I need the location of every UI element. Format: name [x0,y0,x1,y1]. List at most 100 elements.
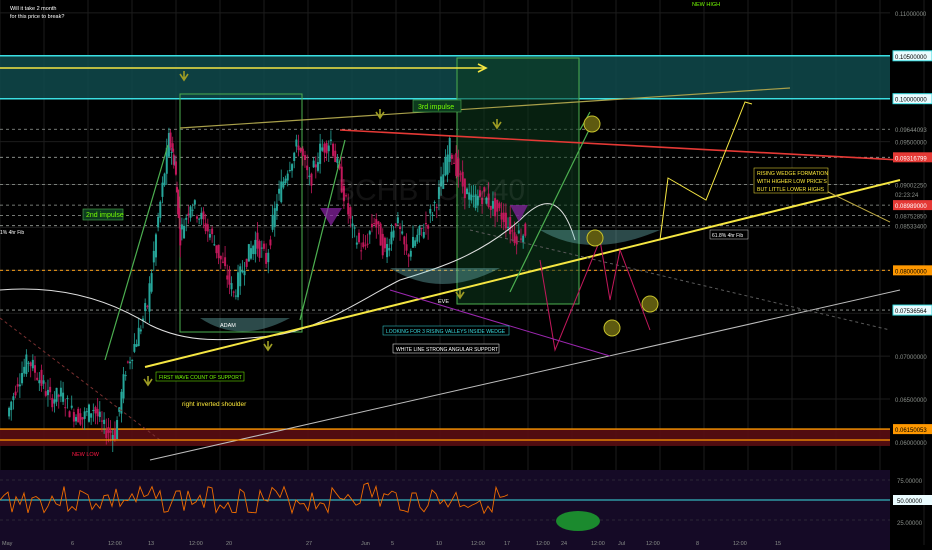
candle-body [362,242,365,247]
candle-body [418,225,421,236]
note-eve: EVE [438,299,449,305]
candle-body [366,243,369,245]
rsi-axis-label: 50.00000 [897,499,923,505]
candle-body [405,244,408,251]
target-circle-4 [641,295,659,313]
candle-body [169,132,172,148]
candle-body [144,303,147,312]
candle-body [355,242,358,245]
candle-body [124,375,127,377]
candle-body [513,232,516,243]
price-axis-label: 0.07536564 [895,309,927,315]
candle-body [185,217,188,220]
candle-body [500,212,503,220]
candle-body [135,344,138,347]
candle-body [79,413,82,425]
candle-body [431,214,434,216]
candle-body [152,250,155,263]
candle-body [83,411,86,419]
candle-body [504,212,507,229]
note-white-line: WHITE LINE STRONG ANGULAR SUPPORT [396,347,498,353]
candle-body [239,266,242,287]
candle-body [429,208,432,214]
candle-body [44,391,47,396]
note-new-low: NEW LOW [72,452,100,458]
candle-body [178,208,181,219]
candle-body [75,417,78,422]
candle-body [306,165,309,171]
candle-body [103,419,106,424]
x-tick-label: 24 [561,541,567,547]
candle-body [109,430,112,433]
candle-body [427,225,430,229]
impulse-arrow-1 [104,144,169,361]
candle-body [448,138,451,162]
note-first-wave: FIRST WAVE COUNT OF SUPPORT [159,375,242,381]
candle-body [14,391,17,396]
candle-body [163,173,166,186]
price-axis-label: 0.06150053 [895,428,927,434]
x-tick-label: Jun [361,541,370,547]
candle-body [77,408,80,423]
candle-body [377,221,380,225]
candle-body [96,408,99,417]
candle-body [280,181,283,203]
candle-body [46,389,49,396]
candle-body [180,224,183,230]
candle-body [407,254,410,257]
price-axis-label: 0.10000000 [895,98,927,104]
note-new-high: NEW HIGH [692,2,720,8]
candle-body [275,203,278,211]
candle-body [520,238,522,240]
candle-body [198,218,201,220]
candle-body [401,231,404,234]
x-tick-label: 5 [391,541,394,547]
candle-body [293,152,296,161]
candle-body [211,228,214,235]
candle-body [126,361,129,363]
candle-body [349,207,352,219]
impulse-box-left [179,93,303,333]
price-axis-label: 0.08000000 [895,269,927,275]
candle-body [245,258,248,267]
chart-stage: 0.11000000 0.10500000 0.10000000 0.09644093… [0,0,932,550]
target-circle-1 [583,115,601,133]
price-axis-label: 02:23:24 [895,193,919,199]
candle-body [304,155,306,160]
candle-body [98,411,101,418]
candle-body [81,417,84,420]
candle-body [269,239,272,246]
candle-body [100,420,103,422]
candle-body [113,429,116,440]
candle-body [204,223,207,232]
candle-body [116,419,119,440]
candle-body [92,409,95,411]
candle-body [390,231,393,245]
note-3rd-impulse: 3rd impulse [418,104,454,111]
candle-body [189,206,192,218]
candle-body [368,231,371,235]
candle-body [196,216,198,219]
candle-body [360,250,363,252]
candle-body [262,243,265,249]
candle-body [254,239,257,255]
candle-body [29,362,32,367]
note-right-shoulder: right inverted shoulder [182,401,247,408]
candle-body [243,270,246,276]
candle-body [310,173,313,186]
candle-body [319,143,322,164]
candle-body [174,161,177,175]
candle-body [49,386,52,393]
candle-body [16,384,19,387]
candle-body [284,178,287,184]
x-tick-label: 17 [504,541,510,547]
candle-body [267,252,270,263]
candle-body [424,222,427,225]
candle-body [234,295,237,297]
candle-body [250,248,252,259]
candle-body [241,270,244,273]
candle-body [297,145,300,150]
x-tick-label: May [2,541,13,547]
candle-body [381,233,384,256]
candle-body [258,241,261,258]
